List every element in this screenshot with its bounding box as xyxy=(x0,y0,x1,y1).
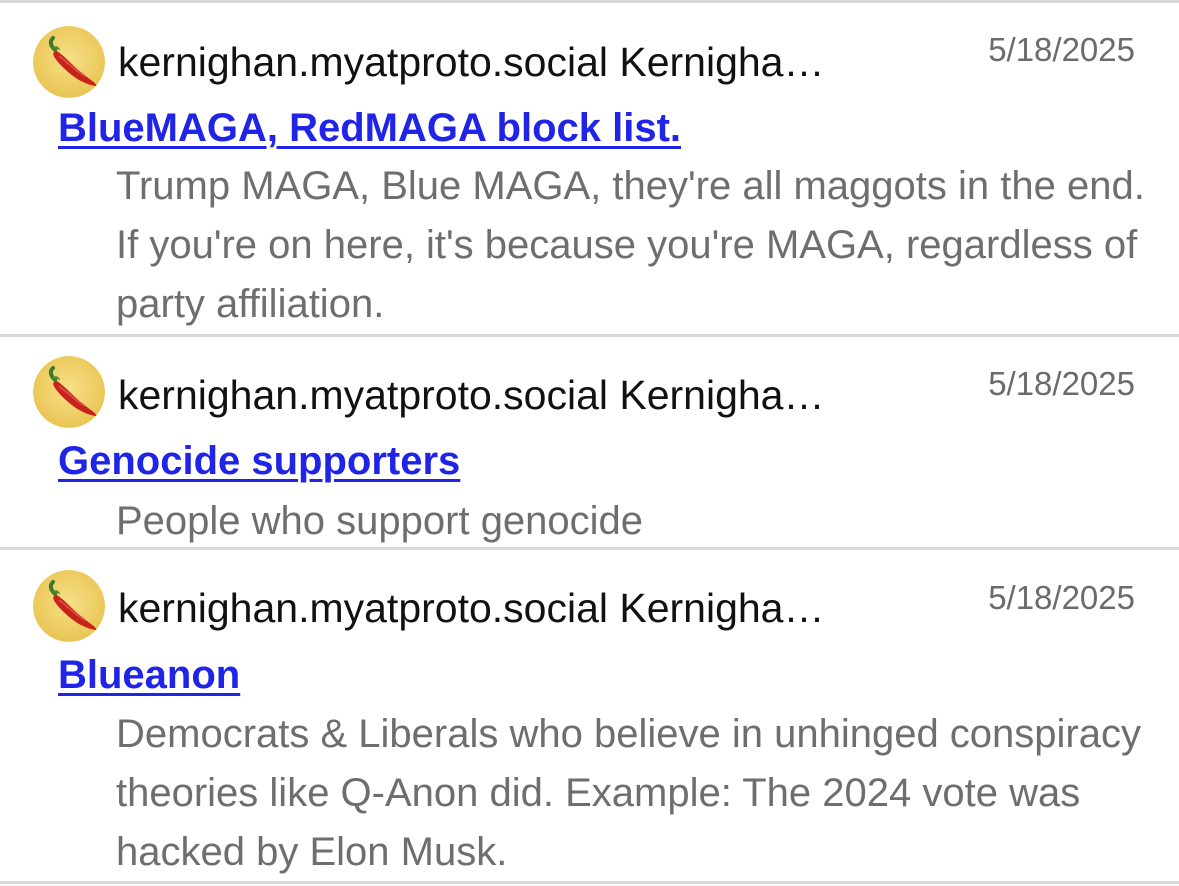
avatar[interactable] xyxy=(33,26,105,98)
divider xyxy=(0,334,1179,337)
author-handle[interactable]: kernighan.myatproto.social Kernigha… xyxy=(118,371,950,419)
list-title-link[interactable]: Blueanon xyxy=(58,651,240,699)
chili-pepper-icon xyxy=(33,26,105,98)
list-title-link[interactable]: BlueMAGA, RedMAGA block list. xyxy=(58,104,681,152)
chili-pepper-icon xyxy=(33,570,105,642)
list-description: People who support genocide xyxy=(116,499,644,543)
divider xyxy=(0,547,1179,550)
list-description: Democrats & Liberals who believe in unhi… xyxy=(116,712,1141,874)
divider xyxy=(0,881,1179,884)
author-handle[interactable]: kernighan.myatproto.social Kernigha… xyxy=(118,584,950,632)
post-date: 5/18/2025 xyxy=(988,365,1135,402)
chili-pepper-icon xyxy=(33,356,105,428)
post-date: 5/18/2025 xyxy=(988,31,1135,68)
avatar[interactable] xyxy=(33,356,105,428)
list-description: Trump MAGA, Blue MAGA, they're all maggo… xyxy=(116,164,1145,326)
list-title-link[interactable]: Genocide supporters xyxy=(58,437,460,485)
divider xyxy=(0,0,1179,3)
block-list-feed: kernighan.myatproto.social Kernigha… 5/1… xyxy=(0,0,1179,886)
avatar[interactable] xyxy=(33,570,105,642)
author-handle[interactable]: kernighan.myatproto.social Kernigha… xyxy=(118,38,950,86)
post-date: 5/18/2025 xyxy=(988,579,1135,616)
